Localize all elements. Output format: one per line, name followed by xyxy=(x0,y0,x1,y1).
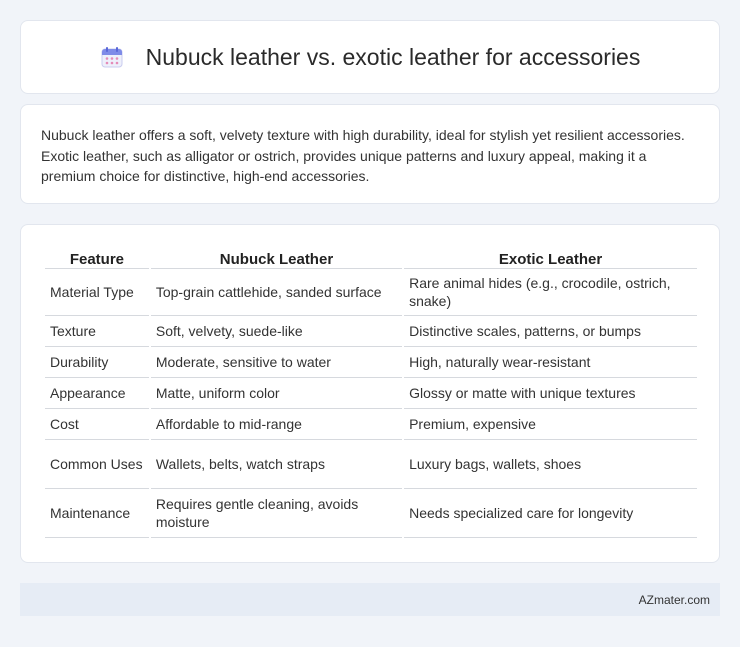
nubuck-cell: Matte, uniform color xyxy=(150,378,403,409)
exotic-cell: Luxury bags, wallets, shoes xyxy=(404,440,697,489)
feature-cell: Durability xyxy=(45,347,149,378)
table-row: Material Type Top-grain cattlehide, sand… xyxy=(45,269,697,316)
exotic-cell: Needs specialized care for longevity xyxy=(404,489,697,538)
title-card: Nubuck leather vs. exotic leather for ac… xyxy=(20,20,720,94)
exotic-cell: High, naturally wear-resistant xyxy=(404,347,697,378)
comparison-table-card: Feature Nubuck Leather Exotic Leather Ma… xyxy=(20,224,720,563)
exotic-cell: Rare animal hides (e.g., crocodile, ostr… xyxy=(404,269,697,316)
intro-card: Nubuck leather offers a soft, velvety te… xyxy=(20,104,720,204)
feature-cell: Appearance xyxy=(45,378,149,409)
nubuck-cell: Affordable to mid-range xyxy=(150,409,403,440)
table-row: Durability Moderate, sensitive to water … xyxy=(45,347,697,378)
table-row: Common Uses Wallets, belts, watch straps… xyxy=(45,440,697,489)
feature-cell: Common Uses xyxy=(45,440,149,489)
table-row: Appearance Matte, uniform color Glossy o… xyxy=(45,378,697,409)
feature-cell: Texture xyxy=(45,316,149,347)
header-feature: Feature xyxy=(45,245,149,269)
nubuck-cell: Soft, velvety, suede-like xyxy=(150,316,403,347)
header-exotic: Exotic Leather xyxy=(404,245,697,269)
table-row: Cost Affordable to mid-range Premium, ex… xyxy=(45,409,697,440)
feature-cell: Cost xyxy=(45,409,149,440)
feature-cell: Material Type xyxy=(45,269,149,316)
nubuck-cell: Requires gentle cleaning, avoids moistur… xyxy=(150,489,403,538)
comparison-table: Feature Nubuck Leather Exotic Leather Ma… xyxy=(43,245,699,538)
exotic-cell: Glossy or matte with unique textures xyxy=(404,378,697,409)
table-row: Maintenance Requires gentle cleaning, av… xyxy=(45,489,697,538)
header-nubuck: Nubuck Leather xyxy=(150,245,403,269)
nubuck-cell: Top-grain cattlehide, sanded surface xyxy=(150,269,403,316)
footer-site-label: AZmater.com xyxy=(638,592,710,607)
intro-paragraph: Nubuck leather offers a soft, velvety te… xyxy=(41,127,685,184)
nubuck-cell: Moderate, sensitive to water xyxy=(150,347,403,378)
feature-cell: Maintenance xyxy=(45,489,149,538)
calendar-icon xyxy=(100,45,124,69)
nubuck-cell: Wallets, belts, watch straps xyxy=(150,440,403,489)
table-row: Texture Soft, velvety, suede-like Distin… xyxy=(45,316,697,347)
table-header-row: Feature Nubuck Leather Exotic Leather xyxy=(45,245,697,269)
exotic-cell: Distinctive scales, patterns, or bumps xyxy=(404,316,697,347)
exotic-cell: Premium, expensive xyxy=(404,409,697,440)
page-title: Nubuck leather vs. exotic leather for ac… xyxy=(145,43,641,70)
footer: AZmater.com xyxy=(20,583,720,616)
